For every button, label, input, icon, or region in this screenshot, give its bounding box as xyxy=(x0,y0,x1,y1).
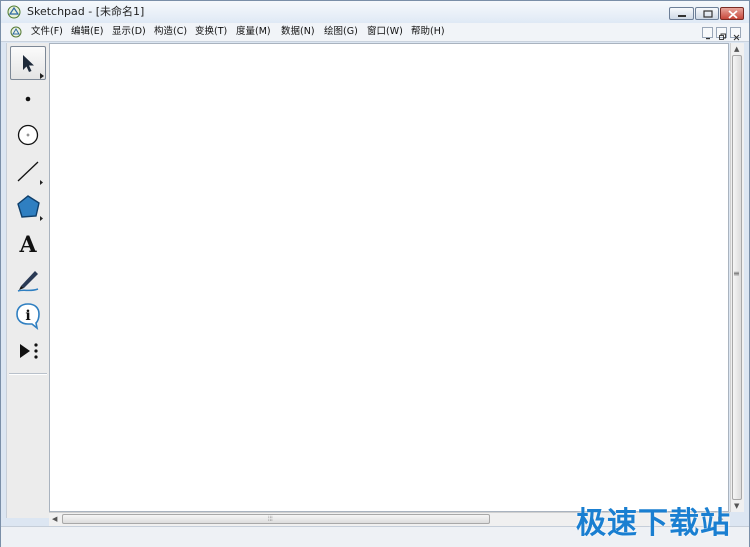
title-bar[interactable]: Sketchpad - [未命名1] xyxy=(1,1,749,23)
tool-point[interactable] xyxy=(10,82,46,116)
tool-compass[interactable] xyxy=(10,118,46,152)
scroll-up-icon[interactable]: ▲ xyxy=(734,45,739,53)
doc-restore-button[interactable] xyxy=(716,27,727,40)
point-icon xyxy=(25,96,31,102)
straightedge-line-icon xyxy=(17,161,43,185)
sketchpad-app-icon xyxy=(7,5,21,19)
marker-pen-icon xyxy=(17,271,39,292)
app-window: Sketchpad - [未命名1] 文件(F) 编辑(E) 显示(D) 构造(… xyxy=(0,0,750,547)
menu-help[interactable]: 帮助(H) xyxy=(411,25,445,39)
watermark-logo: 极速下载站 xyxy=(576,506,731,541)
minimize-icon xyxy=(706,38,710,40)
arrow-select-icon xyxy=(23,55,44,79)
vertical-grip-icon: ≡ xyxy=(733,269,740,278)
tool-information[interactable]: i xyxy=(10,298,46,332)
window-title: Sketchpad - [未命名1] xyxy=(27,5,145,18)
menu-transform[interactable]: 变换(T) xyxy=(195,25,227,39)
custom-tool-icon xyxy=(20,343,38,359)
menu-measure[interactable]: 度量(M) xyxy=(236,25,271,39)
tool-polygon[interactable] xyxy=(10,190,46,224)
tool-custom[interactable] xyxy=(10,334,46,368)
information-glyph: i xyxy=(25,308,30,324)
doc-close-button[interactable] xyxy=(730,27,741,41)
tool-straightedge[interactable] xyxy=(10,154,46,188)
toolbox-separator xyxy=(9,373,47,375)
vertical-scroll-thumb[interactable]: ≡ xyxy=(732,55,742,500)
menu-window[interactable]: 窗口(W) xyxy=(367,25,403,39)
sketch-canvas[interactable] xyxy=(49,43,729,512)
close-icon xyxy=(733,34,740,41)
tool-select-arrow[interactable] xyxy=(10,46,46,80)
menu-edit[interactable]: 编辑(E) xyxy=(71,25,103,39)
restore-icon xyxy=(719,33,726,40)
minimize-icon xyxy=(678,15,686,17)
close-icon xyxy=(728,10,738,19)
document-icon[interactable] xyxy=(10,26,22,38)
menu-construct[interactable]: 构造(C) xyxy=(154,25,187,39)
polygon-icon xyxy=(17,195,43,221)
horizontal-grip-icon: ⦙⦙⦙ xyxy=(268,515,273,523)
restore-icon xyxy=(703,10,713,18)
menu-data[interactable]: 数据(N) xyxy=(281,25,315,39)
scroll-down-icon[interactable]: ▼ xyxy=(734,502,739,510)
doc-minimize-button[interactable] xyxy=(702,27,713,40)
toolbox: A i xyxy=(6,43,50,518)
information-icon: i xyxy=(16,303,40,330)
menu-display[interactable]: 显示(D) xyxy=(112,25,146,39)
scroll-left-icon[interactable]: ◀ xyxy=(52,515,57,523)
tool-marker[interactable] xyxy=(10,262,46,296)
horizontal-scroll-thumb[interactable]: ⦙⦙⦙ xyxy=(62,514,490,524)
minimize-button[interactable] xyxy=(669,7,694,20)
text-tool-glyph: A xyxy=(18,232,37,258)
menu-graph[interactable]: 绘图(G) xyxy=(324,25,358,39)
tool-text[interactable]: A xyxy=(10,226,46,260)
vertical-scrollbar[interactable]: ▲ ≡ ▼ xyxy=(730,43,744,512)
menu-bar: 文件(F) 编辑(E) 显示(D) 构造(C) 变换(T) 度量(M) 数据(N… xyxy=(1,23,749,42)
menu-file[interactable]: 文件(F) xyxy=(31,25,63,39)
close-button[interactable] xyxy=(720,7,744,20)
compass-circle-icon xyxy=(17,124,39,146)
text-tool-icon: A xyxy=(18,232,37,258)
restore-button[interactable] xyxy=(695,7,719,20)
